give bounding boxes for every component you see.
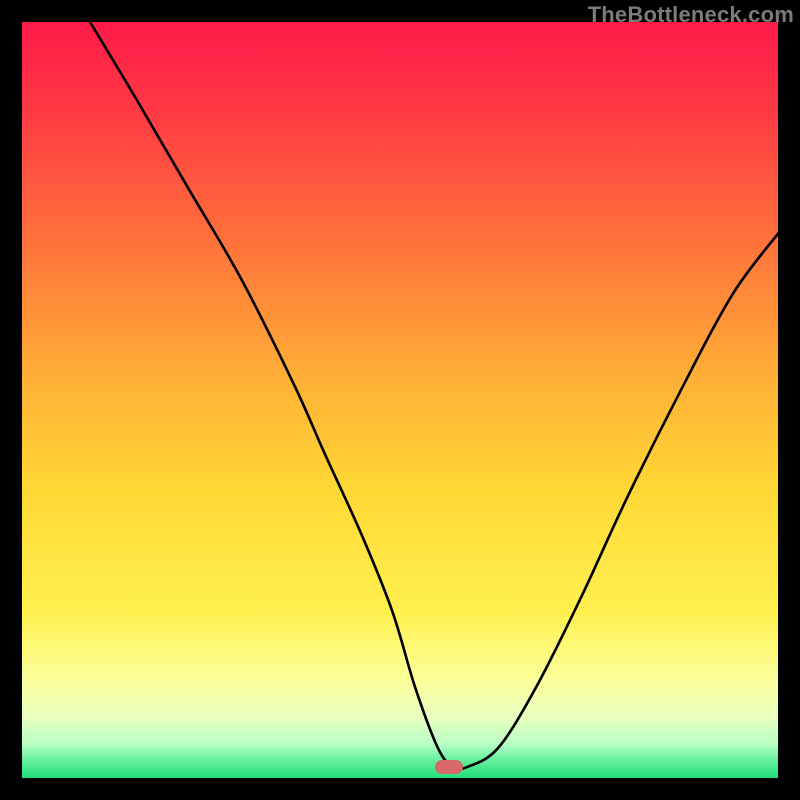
watermark-text: TheBottleneck.com <box>588 2 794 28</box>
plot-area <box>22 22 778 778</box>
optimal-point-marker <box>435 760 463 774</box>
bottleneck-curve <box>22 22 778 778</box>
chart-container: TheBottleneck.com <box>0 0 800 800</box>
